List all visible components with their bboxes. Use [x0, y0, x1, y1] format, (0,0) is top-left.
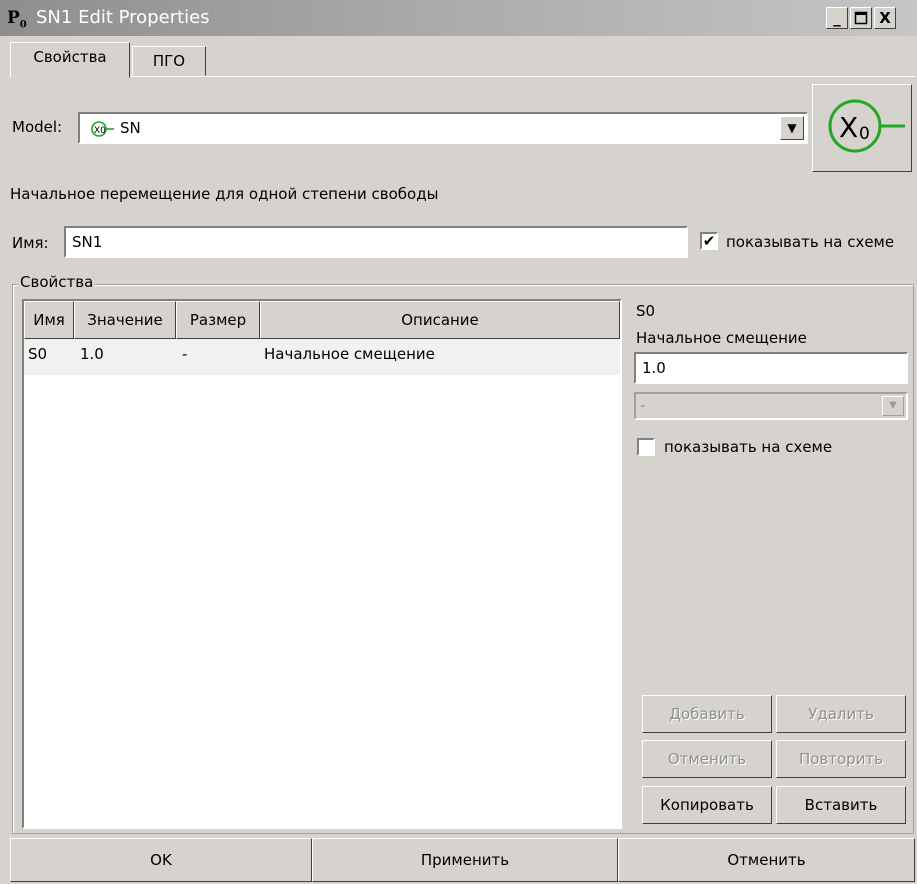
column-header-size[interactable]: Размер [176, 301, 260, 339]
window-title: SN1 Edit Properties [36, 7, 210, 28]
show-on-scheme-label: показывать на схеме [726, 233, 895, 251]
redo-button[interactable]: Повторить [776, 740, 906, 778]
model-value: SN [120, 119, 141, 137]
delete-button[interactable]: Удалить [776, 695, 906, 733]
svg-text:X: X [839, 111, 858, 144]
add-button[interactable]: Добавить [642, 695, 772, 733]
svg-text:X0: X0 [94, 126, 106, 136]
undo-button[interactable]: Отменить [642, 740, 772, 778]
cell-value: 1.0 [80, 345, 104, 363]
property-unit-value: - [640, 396, 646, 414]
cancel-button[interactable]: Отменить [618, 838, 915, 882]
apply-button[interactable]: Применить [312, 838, 618, 882]
model-description: Начальное перемещение для одной степени … [10, 185, 439, 203]
ok-button[interactable]: OK [10, 838, 312, 882]
close-button[interactable]: X [874, 7, 896, 29]
tab-divider [10, 76, 915, 77]
column-header-description[interactable]: Описание [260, 301, 620, 339]
model-select[interactable]: X0 SN ▼ [78, 112, 808, 144]
paste-button[interactable]: Вставить [776, 786, 906, 824]
maximize-icon [854, 11, 868, 25]
name-input[interactable]: SN1 [64, 226, 688, 258]
column-header-name[interactable]: Имя [24, 301, 74, 339]
name-label: Имя: [12, 234, 49, 252]
cell-size: - [182, 345, 188, 363]
tab-properties[interactable]: Свойства [10, 42, 130, 78]
show-on-scheme-checkbox[interactable]: ✔ [700, 232, 718, 250]
title-bar: P0 SN1 Edit Properties _ X [0, 0, 917, 36]
model-preview-button[interactable]: X 0 [812, 84, 912, 172]
column-header-value[interactable]: Значение [74, 301, 176, 339]
initial-displacement-icon: X 0 [828, 99, 905, 153]
selected-property-description: Начальное смещение [636, 329, 807, 347]
property-show-on-scheme-checkbox[interactable] [637, 438, 655, 456]
property-unit-select[interactable]: - ▼ [634, 392, 908, 420]
maximize-button[interactable] [850, 7, 872, 29]
svg-text:0: 0 [859, 124, 870, 144]
tab-pgo[interactable]: ПГО [132, 46, 206, 76]
app-icon: P0 [7, 8, 27, 31]
cell-description: Начальное смещение [264, 345, 435, 363]
properties-table: Имя Значение Размер Описание S0 1.0 - На… [22, 299, 622, 829]
minimize-button[interactable]: _ [826, 7, 848, 29]
copy-button[interactable]: Копировать [642, 786, 772, 824]
chevron-down-icon[interactable]: ▼ [780, 116, 804, 140]
property-show-on-scheme-label: показывать на схеме [664, 438, 833, 456]
property-value-input[interactable]: 1.0 [634, 352, 908, 384]
chevron-down-icon[interactable]: ▼ [882, 396, 904, 416]
table-row[interactable]: S0 1.0 - Начальное смещение [24, 339, 620, 375]
model-sn-icon: X0 [90, 120, 116, 142]
cell-name: S0 [28, 345, 48, 363]
properties-group-label: Свойства [18, 273, 96, 291]
selected-property-name: S0 [636, 302, 656, 320]
model-label: Model: [12, 118, 63, 136]
